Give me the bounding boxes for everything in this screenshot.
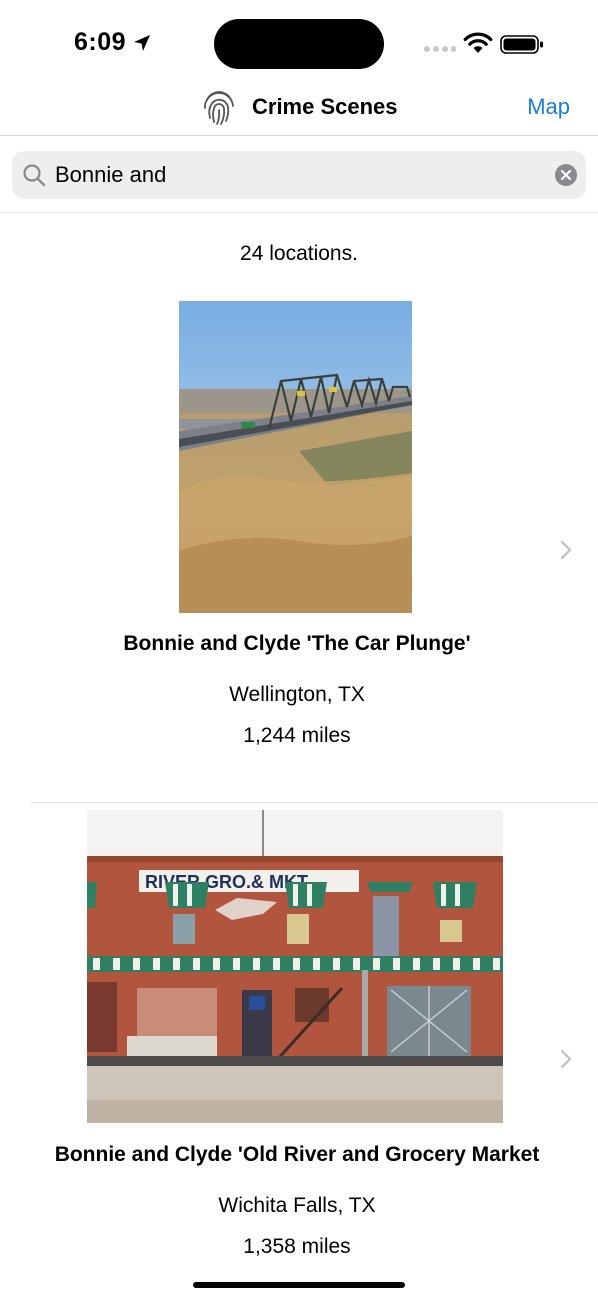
page-title: Crime Scenes xyxy=(252,94,398,119)
location-city: Wellington, TX xyxy=(229,683,365,706)
results-count: 24 locations. xyxy=(240,242,358,265)
status-time: 6:09 xyxy=(74,28,127,56)
search-icon xyxy=(23,164,46,187)
map-button[interactable]: Map xyxy=(527,94,570,120)
chevron-right-icon xyxy=(560,540,572,560)
wifi-icon xyxy=(463,32,493,53)
list-item[interactable]: Bonnie and Clyde 'The Car Plunge' Wellin… xyxy=(0,290,598,802)
dynamic-island xyxy=(214,19,384,69)
chevron-right-icon xyxy=(560,1049,572,1069)
location-photo xyxy=(179,301,412,613)
divider xyxy=(0,212,598,213)
home-indicator[interactable] xyxy=(193,1282,405,1288)
fingerprint-icon xyxy=(204,91,234,125)
status-bar: 6:09 xyxy=(0,0,598,86)
location-distance: 1,244 miles xyxy=(243,724,351,747)
list-item[interactable]: RIVER GRO.& MKT. Bonnie and Clyde 'Old R… xyxy=(0,803,598,1273)
location-title: Bonnie and Clyde 'The Car Plunge' xyxy=(123,632,471,655)
location-city: Wichita Falls, TX xyxy=(218,1194,376,1217)
search-input[interactable] xyxy=(55,158,535,192)
location-distance: 1,358 miles xyxy=(243,1235,351,1258)
cellular-signal-icon xyxy=(424,46,456,52)
battery-icon xyxy=(500,35,543,54)
location-photo: RIVER GRO.& MKT. xyxy=(87,810,503,1123)
location-title: Bonnie and Clyde 'Old River and Grocery … xyxy=(54,1143,540,1166)
location-arrow-icon xyxy=(134,35,150,51)
clear-search-icon[interactable] xyxy=(554,163,578,187)
